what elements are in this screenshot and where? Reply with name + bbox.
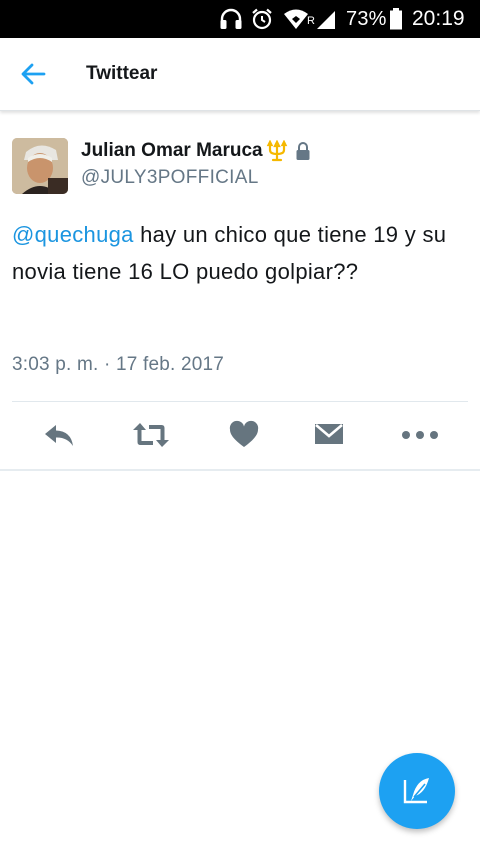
tweet-actions xyxy=(0,402,480,468)
avatar[interactable] xyxy=(12,138,68,194)
wifi-icon xyxy=(284,9,308,29)
status-time: 20:19 xyxy=(412,7,465,30)
tweet-timestamp: 3:03 p. m. · 17 feb. 2017 xyxy=(12,354,225,375)
back-arrow-icon[interactable] xyxy=(20,62,46,86)
battery-percent: 73% xyxy=(346,8,387,30)
display-name[interactable]: Julian Omar Maruca xyxy=(81,139,263,163)
page-title: Twittear xyxy=(86,63,158,84)
author-name-row[interactable]: Julian Omar Maruca xyxy=(81,139,311,163)
status-bar: R 73% 20:19 xyxy=(0,0,480,38)
app-bar: Twittear xyxy=(0,38,480,111)
lock-icon xyxy=(296,142,310,160)
divider xyxy=(0,469,480,471)
tweet-text: @quechuga hay un chico que tiene 19 y su… xyxy=(12,216,474,290)
alarm-icon xyxy=(252,8,272,30)
like-icon[interactable] xyxy=(229,420,259,450)
compose-tweet-button[interactable] xyxy=(379,753,455,829)
compose-feather-icon xyxy=(403,778,429,804)
signal-icon xyxy=(317,11,335,29)
network-type-label: R xyxy=(307,15,315,27)
trident-emoji-icon xyxy=(266,140,287,162)
dm-icon[interactable] xyxy=(313,420,345,450)
user-handle[interactable]: @JULY3POFFICIAL xyxy=(81,166,259,190)
mention-link[interactable]: @quechuga xyxy=(12,222,134,247)
reply-icon[interactable] xyxy=(43,420,75,450)
battery-icon xyxy=(390,8,402,30)
headphones-icon xyxy=(220,8,242,29)
retweet-icon[interactable] xyxy=(132,420,170,450)
more-icon[interactable] xyxy=(401,420,439,450)
avatar-photo xyxy=(12,138,68,194)
